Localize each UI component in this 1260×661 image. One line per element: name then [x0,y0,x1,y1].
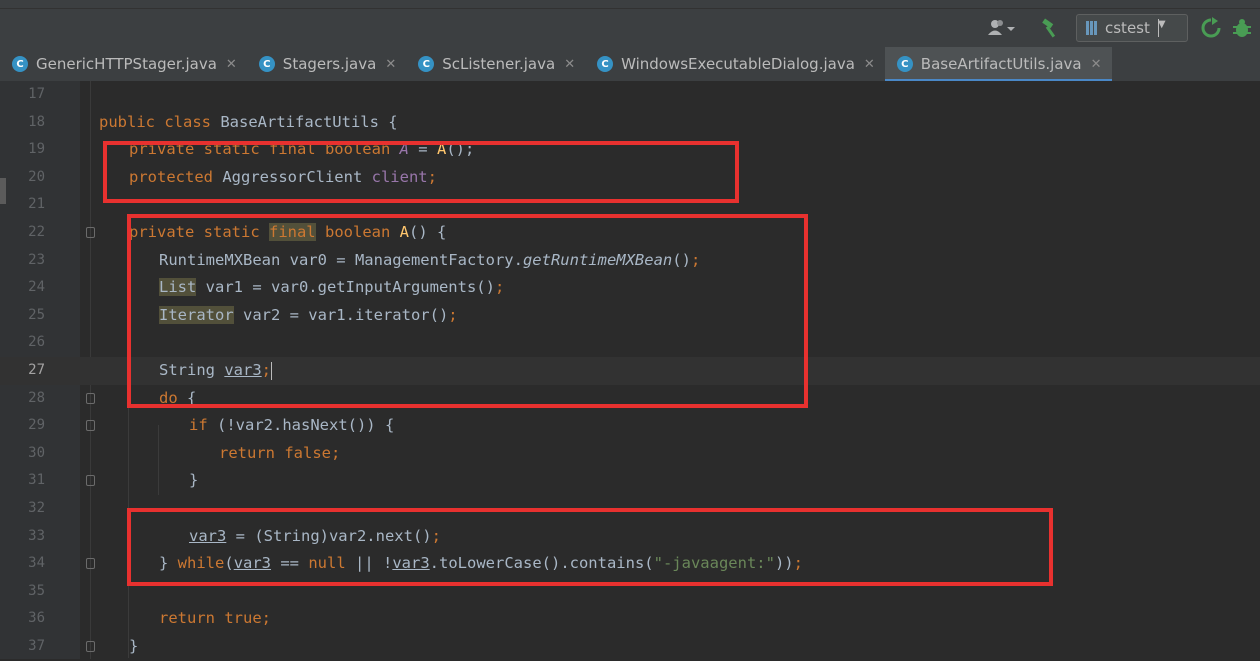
close-icon[interactable]: ✕ [1091,57,1102,72]
close-icon[interactable]: ✕ [564,57,575,72]
code-text: if (!var2.hasNext()) { [189,416,395,435]
line-number: 19 [28,141,45,158]
close-icon[interactable]: ✕ [864,57,875,72]
fold-marker-icon[interactable] [86,641,95,652]
tab-label: GenericHTTPStager.java [36,55,217,73]
close-icon[interactable]: ✕ [385,57,396,72]
code-line: 18 public class BaseArtifactUtils { [0,109,1260,137]
code-line: 17 [0,81,1260,109]
editor-tabs: C GenericHTTPStager.java ✕ C Stagers.jav… [0,47,1260,82]
line-number: 23 [28,251,45,268]
tab-base-artifact-utils[interactable]: C BaseArtifactUtils.java ✕ [884,47,1112,82]
rerun-icon [1201,17,1221,38]
line-number: 37 [28,638,45,654]
highlight-box [127,214,808,408]
code-text: public class BaseArtifactUtils { [99,112,398,131]
code-line: 31 } [0,467,1260,495]
hammer-icon [1042,18,1056,38]
debug-button[interactable] [1232,16,1252,40]
java-class-icon: C [597,56,614,72]
build-button[interactable] [1040,16,1062,40]
line-number: 24 [28,279,45,296]
line-number: 35 [28,582,45,599]
java-class-icon: C [418,56,435,72]
java-class-icon: C [12,56,28,72]
line-number: 36 [28,610,45,627]
code-text: } [129,637,139,655]
main-toolbar: cstest ▼ [0,9,1260,47]
run-configuration-label: cstest [1105,19,1150,37]
code-text: return true; [159,609,271,628]
code-text: } [189,471,199,490]
line-number: 33 [28,527,45,544]
line-number: 28 [28,389,45,406]
fold-marker-icon[interactable] [86,558,95,570]
tab-label: BaseArtifactUtils.java [920,55,1082,73]
rerun-button[interactable] [1200,16,1222,40]
line-number: 25 [28,306,45,323]
chevron-down-icon: ▼ [1157,19,1166,37]
line-number: 17 [28,86,45,102]
run-configuration-select[interactable]: cstest ▼ [1076,14,1188,42]
user-icon [988,20,1015,35]
line-number: 30 [28,444,45,461]
bug-icon [1233,19,1251,37]
highlight-box [127,508,1053,586]
line-number: 26 [28,334,45,351]
tab-windows-executable-dialog[interactable]: C WindowsExecutableDialog.java ✕ [585,47,885,81]
fold-marker-icon[interactable] [86,227,95,238]
tab-label: WindowsExecutableDialog.java [621,55,855,73]
line-number: 32 [28,500,45,516]
java-config-icon [1086,21,1097,35]
highlight-box [103,141,739,203]
line-number: 31 [28,472,45,489]
fold-marker-icon[interactable] [86,420,95,432]
code-line: 36 return true; [0,605,1260,633]
java-class-icon: C [896,56,913,72]
code-line: 29 if (!var2.hasNext()) { [0,412,1260,440]
fold-marker-icon[interactable] [86,475,95,487]
line-number: 27 [28,362,45,378]
close-icon[interactable]: ✕ [226,57,237,72]
tab-label: ScListener.java [442,55,556,73]
tab-sc-listener[interactable]: C ScListener.java ✕ [406,47,585,81]
fold-marker-icon[interactable] [86,392,95,404]
title-bar-remnant [0,0,1260,9]
line-number: 34 [28,555,45,572]
java-class-icon: C [258,56,275,72]
line-number: 29 [28,417,45,434]
code-text: return false; [219,443,341,462]
code-line: 30 return false; [0,440,1260,468]
tab-generic-http-stager[interactable]: C GenericHTTPStager.java ✕ [0,47,247,81]
line-number: 18 [28,113,45,130]
line-number: 21 [28,196,45,213]
user-account-button[interactable] [986,16,1016,40]
tab-stagers[interactable]: C Stagers.java ✕ [247,47,406,81]
line-number: 22 [28,224,45,240]
tab-label: Stagers.java [282,55,377,73]
line-number: 20 [28,168,45,185]
code-line: 37 } [0,633,1260,661]
